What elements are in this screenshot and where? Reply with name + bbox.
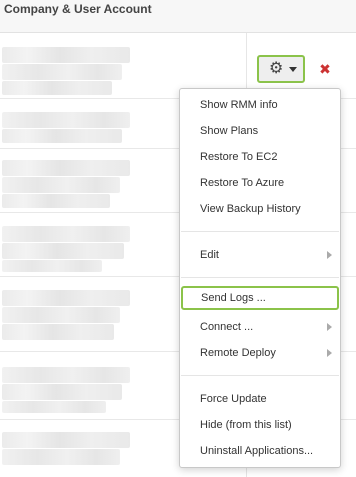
redacted-text xyxy=(2,367,130,383)
menu-item-uninstall-applications[interactable]: Uninstall Applications... xyxy=(180,439,340,463)
menu-divider xyxy=(181,231,339,232)
menu-item-connect[interactable]: Connect ... xyxy=(180,315,340,339)
table-header: Company & User Account xyxy=(0,0,356,33)
redacted-text xyxy=(2,243,124,259)
menu-item-label: Edit xyxy=(200,249,219,261)
menu-item-edit[interactable]: Edit xyxy=(180,243,340,267)
redacted-text xyxy=(2,194,110,208)
menu-divider xyxy=(181,375,339,376)
submenu-arrow-icon xyxy=(327,349,332,357)
redacted-text xyxy=(2,432,130,448)
menu-item-restore-to-azure[interactable]: Restore To Azure xyxy=(180,171,340,195)
redacted-text xyxy=(2,449,120,465)
menu-item-label: Remote Deploy xyxy=(200,347,276,359)
redacted-text xyxy=(2,112,130,128)
menu-divider xyxy=(181,277,339,278)
redacted-text xyxy=(2,64,122,80)
settings-dropdown-button[interactable]: ⚙ xyxy=(257,55,305,83)
menu-item-hide-from-list[interactable]: Hide (from this list) xyxy=(180,413,340,437)
menu-item-show-rmm-info[interactable]: Show RMM info xyxy=(180,93,340,117)
redacted-text xyxy=(2,81,112,95)
menu-item-label: Connect ... xyxy=(200,321,254,333)
redacted-text xyxy=(2,226,130,242)
submenu-arrow-icon xyxy=(327,323,332,331)
menu-item-remote-deploy[interactable]: Remote Deploy xyxy=(180,341,340,365)
close-icon: ✖ xyxy=(319,61,331,77)
gear-icon: ⚙ xyxy=(269,60,284,77)
redacted-text xyxy=(2,47,130,63)
redacted-text xyxy=(2,290,130,306)
caret-down-icon xyxy=(289,67,297,72)
column-header-company-user-account: Company & User Account xyxy=(4,2,152,16)
redacted-text xyxy=(2,384,122,400)
redacted-text xyxy=(2,129,122,143)
menu-item-send-logs[interactable]: Send Logs ... xyxy=(181,286,339,310)
menu-item-show-plans[interactable]: Show Plans xyxy=(180,119,340,143)
delete-button[interactable]: ✖ xyxy=(315,58,335,80)
menu-item-force-update[interactable]: Force Update xyxy=(180,387,340,411)
redacted-text xyxy=(2,260,102,272)
redacted-text xyxy=(2,307,120,323)
redacted-text xyxy=(2,401,106,413)
redacted-text xyxy=(2,177,120,193)
redacted-text xyxy=(2,160,130,176)
redacted-text xyxy=(2,324,114,340)
submenu-arrow-icon xyxy=(327,251,332,259)
actions-dropdown-menu: Show RMM info Show Plans Restore To EC2 … xyxy=(179,88,341,468)
menu-item-restore-to-ec2[interactable]: Restore To EC2 xyxy=(180,145,340,169)
menu-item-view-backup-history[interactable]: View Backup History xyxy=(180,197,340,221)
